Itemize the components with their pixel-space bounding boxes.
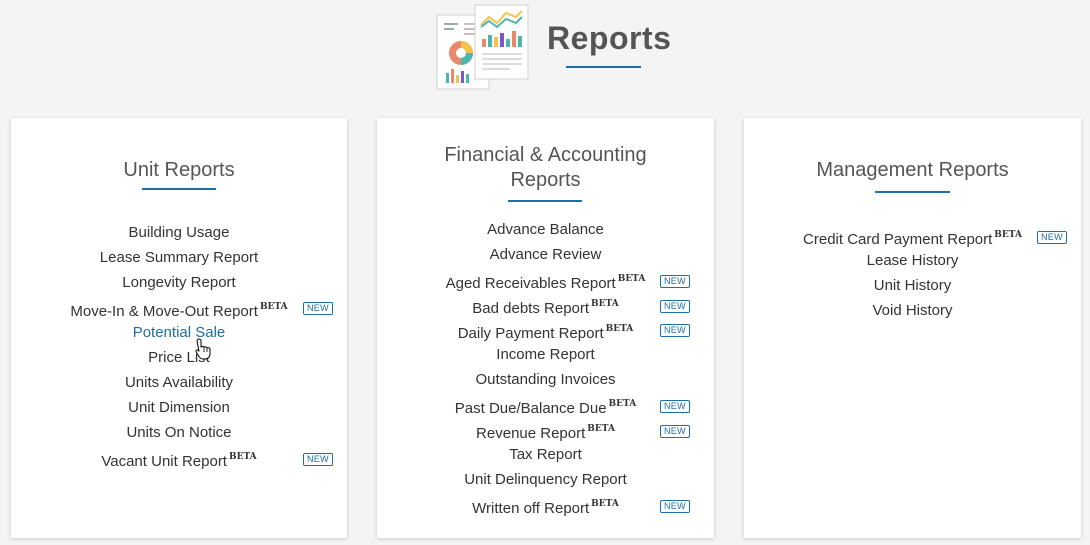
beta-label: BETA — [591, 499, 619, 509]
card-title-line1: Financial & Accounting — [444, 144, 647, 166]
report-link[interactable]: Units On Notice — [11, 420, 347, 445]
report-link[interactable]: Building Usage — [11, 220, 347, 245]
page-header: Reports — [0, 0, 1090, 100]
new-badge: NEW — [660, 400, 690, 413]
report-link[interactable]: Units Availability — [11, 370, 347, 395]
card-title-line2: Reports — [510, 169, 581, 191]
report-link[interactable]: Advance Review — [377, 242, 714, 267]
reports-icon — [436, 4, 529, 90]
report-link[interactable]: Vacant Unit Report BETA — [11, 445, 347, 474]
report-link[interactable]: Potential Sale — [11, 320, 347, 345]
new-badge: NEW — [1037, 231, 1067, 244]
report-link[interactable]: Unit Dimension — [11, 395, 347, 420]
beta-label: BETA — [608, 399, 637, 409]
report-link[interactable]: Longevity Report — [11, 270, 347, 295]
report-link[interactable]: Unit Delinquency Report — [377, 467, 714, 492]
financial-reports-card: Financial & Accounting Reports Advance B… — [377, 118, 714, 538]
beta-label: BETA — [605, 324, 634, 334]
report-link[interactable]: Void History — [744, 298, 1081, 323]
new-badge: NEW — [660, 425, 690, 438]
report-link[interactable]: Tax Report — [377, 442, 714, 467]
new-badge: NEW — [660, 500, 690, 513]
beta-label: BETA — [591, 299, 619, 309]
card-title: Unit Reports — [123, 159, 235, 181]
page-title: Reports — [547, 20, 672, 56]
title-underline — [566, 66, 641, 68]
new-badge: NEW — [303, 453, 333, 466]
report-link[interactable]: Outstanding Invoices — [377, 367, 714, 392]
new-badge: NEW — [660, 275, 690, 288]
report-link[interactable]: Advance Balance — [377, 217, 714, 242]
card-title-underline — [508, 200, 582, 202]
card-title: Management Reports — [816, 159, 1009, 181]
beta-label: BETA — [994, 230, 1022, 240]
beta-label: BETA — [259, 302, 288, 312]
card-title-underline — [875, 191, 950, 193]
management-reports-card: Management Reports Credit Card Payment R… — [744, 118, 1081, 538]
report-link[interactable]: Lease Summary Report — [11, 245, 347, 270]
report-link[interactable]: Income Report — [377, 342, 714, 367]
report-link[interactable]: Price List — [11, 345, 347, 370]
report-link[interactable]: Unit History — [744, 273, 1081, 298]
hand-cursor-icon — [195, 338, 211, 360]
unit-reports-card: Unit Reports Building Usage Lease Summar… — [11, 118, 347, 538]
beta-label: BETA — [228, 452, 257, 462]
new-badge: NEW — [660, 324, 690, 337]
beta-label: BETA — [587, 424, 615, 434]
new-badge: NEW — [303, 302, 333, 315]
beta-label: BETA — [617, 274, 646, 284]
card-title-underline — [142, 188, 216, 190]
report-link[interactable]: Lease History — [744, 248, 1081, 273]
new-badge: NEW — [660, 300, 690, 313]
